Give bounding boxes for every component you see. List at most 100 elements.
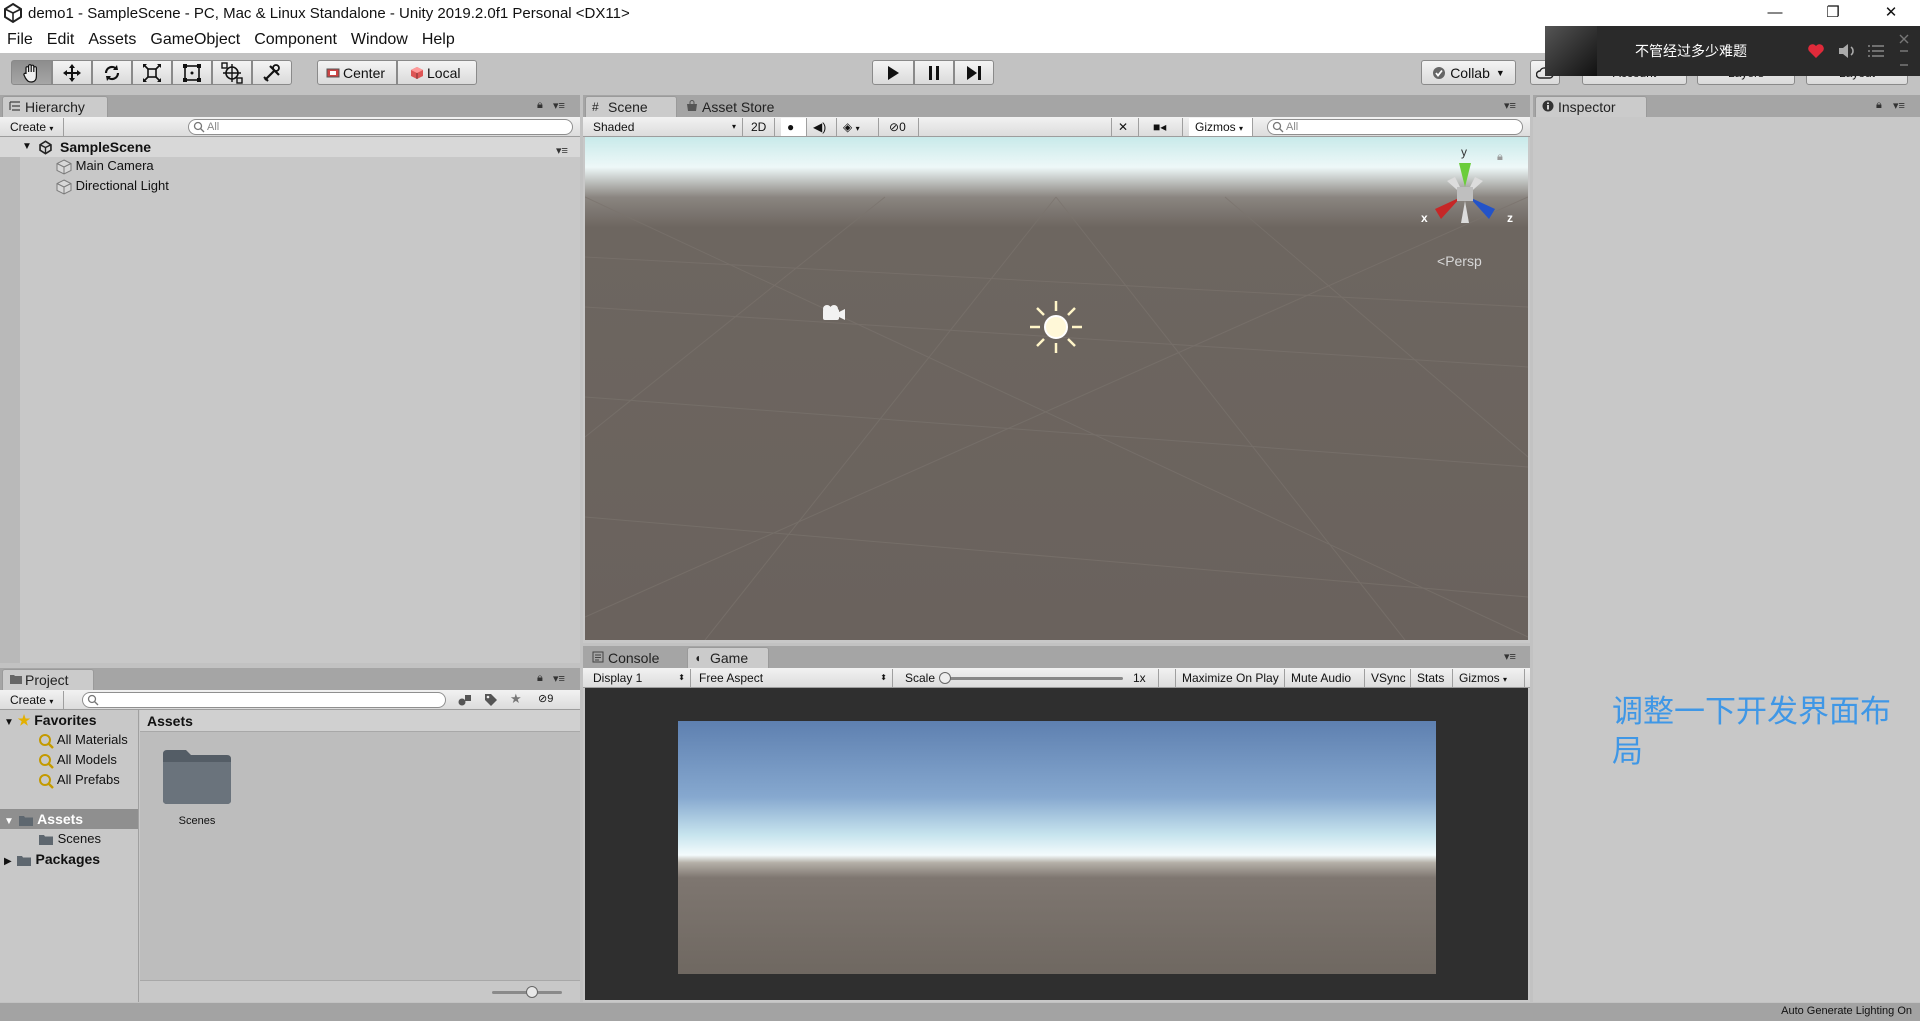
project-menu-icon[interactable]: ▾≡ bbox=[553, 672, 565, 685]
expand-arrow-icon[interactable]: ▼ bbox=[4, 717, 14, 728]
gizmo-lock-icon[interactable]: 🔒︎ bbox=[1497, 151, 1503, 164]
scene-lighting-toggle[interactable]: ● bbox=[781, 118, 807, 136]
hierarchy-item-label: Main Camera bbox=[75, 158, 154, 173]
shading-mode-dropdown[interactable]: Shaded ▾ bbox=[587, 118, 743, 136]
collapse-arrow-icon[interactable]: ▶ bbox=[4, 856, 12, 867]
tree-packages[interactable]: ▶ Packages bbox=[4, 849, 100, 869]
scene-tools-button[interactable]: ✕ bbox=[1111, 118, 1139, 136]
rect-tool-button[interactable] bbox=[172, 60, 212, 85]
tab-project[interactable]: Project bbox=[2, 669, 94, 690]
play-button[interactable] bbox=[872, 60, 914, 85]
icon-size-slider-thumb[interactable] bbox=[526, 986, 538, 998]
maximize-button[interactable]: ❐ bbox=[1804, 0, 1862, 26]
vsync-toggle[interactable]: VSync bbox=[1365, 669, 1411, 687]
tab-console[interactable]: Console bbox=[585, 647, 685, 668]
hidden-packages-toggle[interactable]: ⊘9 bbox=[538, 692, 553, 705]
project-lock-icon[interactable]: 🔒︎ bbox=[537, 672, 543, 685]
menu-component[interactable]: Component bbox=[247, 31, 344, 49]
tree-fav-all-models[interactable]: All Models bbox=[38, 750, 117, 770]
scale-slider-track[interactable] bbox=[943, 677, 1123, 680]
hierarchy-menu-icon[interactable]: ▾≡ bbox=[553, 99, 565, 112]
transform-tool-button[interactable] bbox=[212, 60, 252, 85]
toggle-2d-button[interactable]: 2D bbox=[745, 118, 775, 136]
favorite-star-icon[interactable]: ★ bbox=[510, 691, 522, 707]
tab-game[interactable]: ◖ Game bbox=[687, 647, 769, 668]
scene-menu-icon[interactable]: ▾≡ bbox=[1504, 99, 1516, 112]
game-gizmos-dropdown[interactable]: Gizmos ▾ bbox=[1453, 669, 1525, 687]
close-button[interactable]: ✕ bbox=[1862, 0, 1920, 26]
mute-audio-toggle[interactable]: Mute Audio bbox=[1285, 669, 1365, 687]
tree-fav-all-prefabs[interactable]: All Prefabs bbox=[38, 770, 120, 790]
tab-inspector[interactable]: Inspector bbox=[1535, 96, 1647, 117]
stats-toggle[interactable]: Stats bbox=[1411, 669, 1453, 687]
scene-menu-icon[interactable]: ▾≡ bbox=[556, 141, 568, 161]
hand-tool-button[interactable] bbox=[11, 60, 52, 85]
display-dropdown[interactable]: Display 1 ⬍ bbox=[587, 669, 691, 687]
game-view-render[interactable] bbox=[678, 721, 1436, 974]
rotate-tool-button[interactable] bbox=[92, 60, 132, 85]
hidden-objects-toggle[interactable]: ⊘0 bbox=[883, 118, 919, 136]
scene-audio-toggle[interactable]: ◀) bbox=[807, 118, 837, 136]
tab-hierarchy[interactable]: Hierarchy bbox=[2, 96, 108, 117]
project-create-dropdown[interactable]: Create ▾ bbox=[4, 691, 64, 709]
playlist-icon[interactable] bbox=[1867, 44, 1885, 58]
tree-scenes-folder[interactable]: Scenes bbox=[38, 829, 101, 849]
scene-search-input[interactable]: All bbox=[1267, 119, 1523, 135]
minimize-button[interactable]: — bbox=[1746, 0, 1804, 26]
pause-button[interactable] bbox=[914, 60, 954, 85]
scene-gizmos-dropdown[interactable]: Gizmos ▾ bbox=[1189, 118, 1253, 136]
tab-asset-store[interactable]: Asset Store bbox=[679, 96, 795, 117]
pivot-space-button[interactable]: Local bbox=[397, 60, 477, 85]
menu-window[interactable]: Window bbox=[344, 31, 415, 49]
filter-by-label-icon[interactable] bbox=[484, 693, 498, 707]
hierarchy-create-dropdown[interactable]: Create ▾ bbox=[4, 118, 64, 136]
collab-button[interactable]: Collab ▼ bbox=[1421, 60, 1516, 85]
menu-gameobject[interactable]: GameObject bbox=[143, 31, 247, 49]
notification-close-icon[interactable] bbox=[1898, 31, 1910, 71]
volume-icon[interactable] bbox=[1837, 43, 1857, 59]
hierarchy-create-label: Create bbox=[10, 120, 47, 134]
menu-edit[interactable]: Edit bbox=[40, 31, 82, 49]
scene-root-row[interactable]: ▼ SampleScene ▾≡ bbox=[0, 137, 580, 157]
pause-icon bbox=[929, 65, 939, 80]
asset-folder-scenes[interactable]: Scenes bbox=[160, 744, 236, 830]
move-tool-button[interactable] bbox=[52, 60, 92, 85]
breadcrumb-assets[interactable]: Assets bbox=[147, 713, 193, 729]
hierarchy-search-input[interactable]: All bbox=[188, 119, 573, 135]
menu-assets[interactable]: Assets bbox=[81, 31, 143, 49]
heart-icon[interactable] bbox=[1807, 43, 1825, 59]
sun-light-gizmo-icon[interactable] bbox=[1028, 299, 1084, 355]
pivot-mode-button[interactable]: Center bbox=[317, 60, 397, 85]
scene-effects-dropdown[interactable]: ◈ ▾ bbox=[837, 118, 879, 136]
scale-tool-button[interactable] bbox=[132, 60, 172, 85]
tab-scene[interactable]: # Scene bbox=[585, 96, 677, 117]
step-button[interactable] bbox=[954, 60, 994, 85]
expand-arrow-icon[interactable]: ▼ bbox=[22, 137, 32, 157]
projection-toggle[interactable]: <Persp bbox=[1437, 253, 1482, 269]
console-icon bbox=[592, 651, 604, 663]
orientation-gizmo[interactable] bbox=[1417, 157, 1513, 233]
tree-assets[interactable]: ▼ Assets bbox=[0, 809, 138, 829]
camera-settings-dropdown[interactable]: ■◂ bbox=[1147, 118, 1183, 136]
tree-favorites[interactable]: ▼ ★ Favorites bbox=[4, 710, 97, 730]
folder-icon bbox=[16, 855, 31, 866]
inspector-menu-icon[interactable]: ▾≡ bbox=[1893, 99, 1905, 112]
expand-arrow-icon[interactable]: ▼ bbox=[4, 816, 14, 827]
game-menu-icon[interactable]: ▾≡ bbox=[1504, 650, 1516, 663]
scale-slider-thumb[interactable] bbox=[939, 672, 951, 684]
scene-viewport[interactable]: y x z 🔒︎ <Persp bbox=[585, 137, 1528, 640]
hierarchy-item-main-camera[interactable]: Main Camera bbox=[56, 156, 154, 176]
tree-fav-all-materials[interactable]: All Materials bbox=[38, 730, 128, 750]
hierarchy-tabstrip: Hierarchy 🔒︎ ▾≡ bbox=[0, 95, 580, 117]
menu-file[interactable]: File bbox=[0, 31, 40, 49]
hierarchy-item-directional-light[interactable]: Directional Light bbox=[56, 176, 169, 196]
inspector-lock-icon[interactable]: 🔒︎ bbox=[1876, 99, 1882, 112]
menu-help[interactable]: Help bbox=[415, 31, 462, 49]
filter-by-type-icon[interactable] bbox=[457, 693, 473, 707]
project-search-input[interactable] bbox=[82, 692, 446, 708]
camera-gizmo-icon[interactable] bbox=[817, 303, 847, 325]
maximize-on-play-toggle[interactable]: Maximize On Play bbox=[1175, 669, 1285, 687]
hierarchy-lock-icon[interactable]: 🔒︎ bbox=[537, 99, 543, 112]
custom-tool-button[interactable] bbox=[252, 60, 292, 85]
aspect-dropdown[interactable]: Free Aspect ⬍ bbox=[693, 669, 893, 687]
